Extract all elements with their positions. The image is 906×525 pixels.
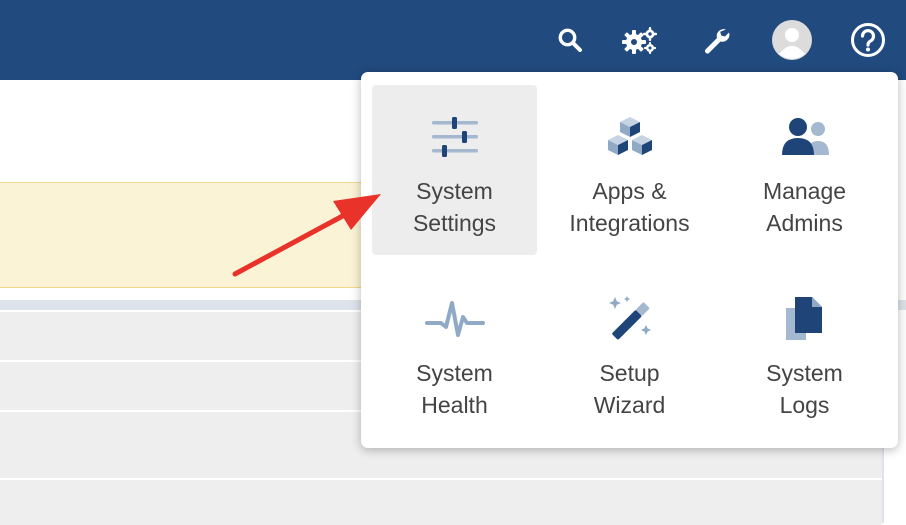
top-navigation-bar [0, 0, 906, 80]
menu-item-apps-integrations[interactable]: Apps & Integrations [547, 85, 712, 255]
table-row [0, 478, 882, 525]
menu-item-system-health[interactable]: System Health [372, 267, 537, 437]
magic-wand-icon [547, 293, 712, 345]
scrollbar-track [882, 440, 884, 523]
menu-item-label: Setup Wizard [593, 360, 666, 418]
pulse-icon [372, 293, 537, 345]
menu-item-label: Manage Admins [762, 178, 847, 236]
menu-item-label: System Logs [766, 360, 843, 418]
user-avatar[interactable] [772, 20, 812, 60]
users-icon [722, 111, 887, 163]
menu-item-label: System Settings [412, 178, 497, 236]
search-icon[interactable] [552, 22, 588, 58]
help-icon[interactable] [850, 22, 886, 58]
documents-icon [722, 293, 887, 345]
menu-item-system-logs[interactable]: System Logs [722, 267, 887, 437]
menu-item-manage-admins[interactable]: Manage Admins [722, 85, 887, 255]
admin-dropdown-menu: System Settings Apps & Integrations Mana… [361, 72, 898, 448]
notice-banner [0, 182, 370, 288]
menu-item-setup-wizard[interactable]: Setup Wizard [547, 267, 712, 437]
sliders-icon [372, 111, 537, 163]
gears-icon[interactable] [622, 22, 658, 58]
menu-item-label: System Health [416, 360, 493, 418]
menu-item-label: Apps & Integrations [569, 178, 690, 236]
cubes-icon [547, 111, 712, 163]
wrench-icon[interactable] [698, 22, 734, 58]
menu-item-system-settings[interactable]: System Settings [372, 85, 537, 255]
